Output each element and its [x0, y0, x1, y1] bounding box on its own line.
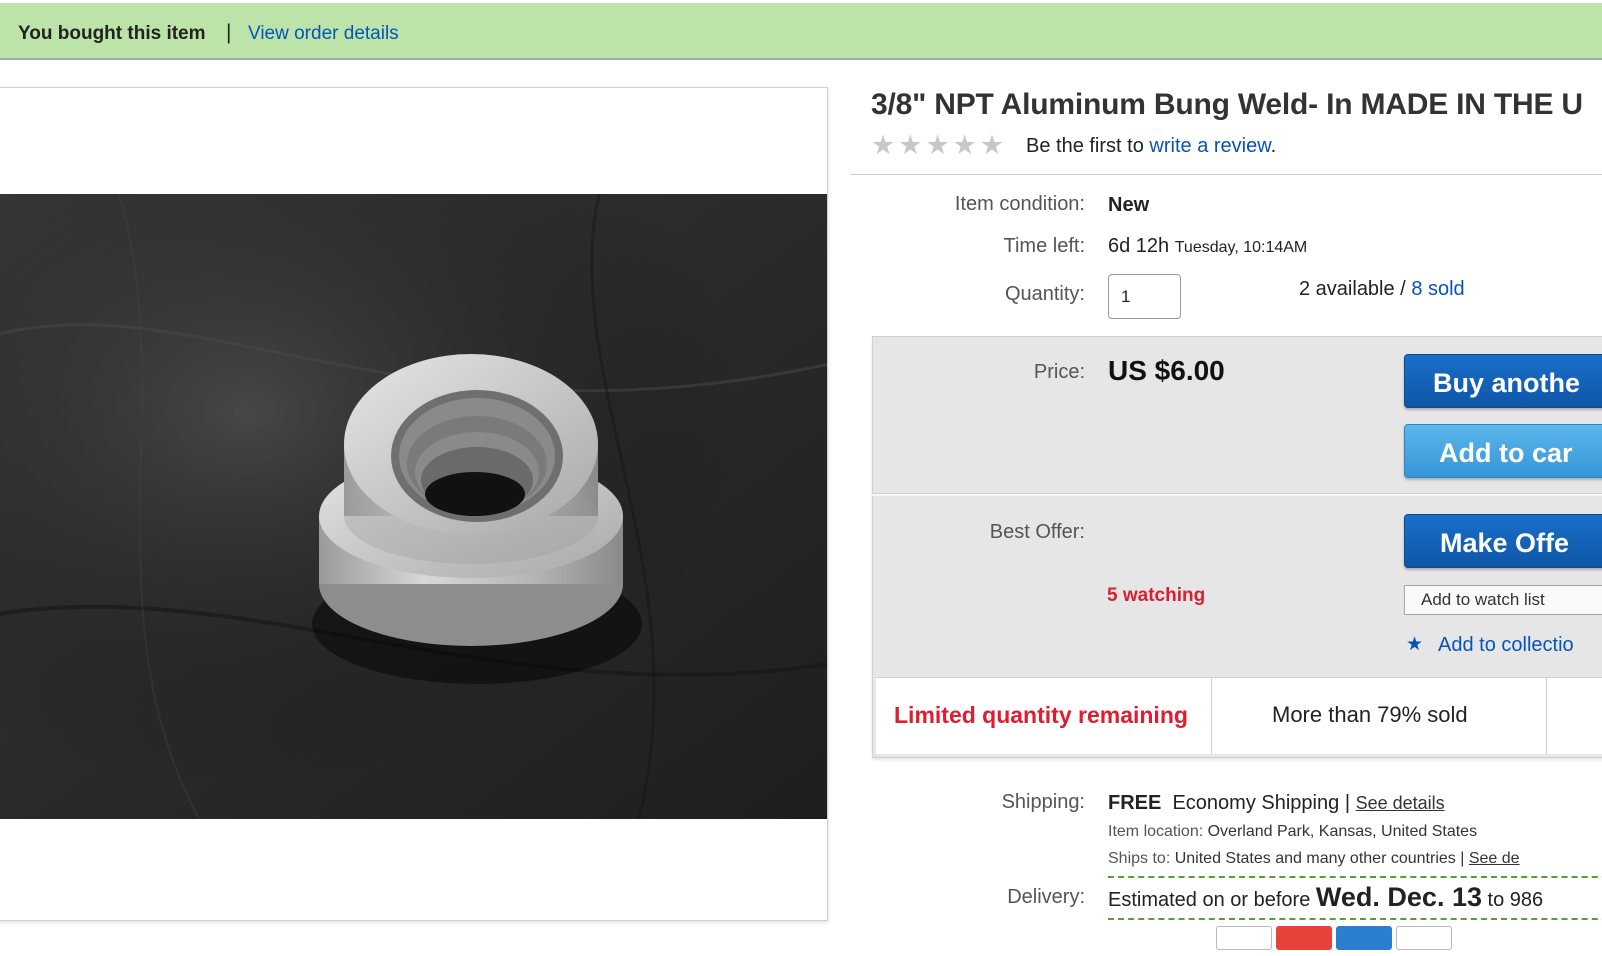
free-shipping: FREE: [1108, 792, 1162, 814]
amex-card-icon: [1336, 926, 1392, 950]
see-shipping-details-link[interactable]: See details: [1356, 793, 1445, 813]
make-offer-button[interactable]: Make Offe: [1404, 514, 1602, 568]
review-prompt: Be the first to write a review.: [1026, 135, 1276, 158]
time-left-value: 6d 12h Tuesday, 10:14AM: [1108, 235, 1307, 258]
price-value: US $6.00: [1108, 355, 1225, 386]
mastercard-icon: [1276, 926, 1332, 950]
item-location: Item location: Overland Park, Kansas, Un…: [1108, 823, 1477, 841]
time-left-end: Tuesday, 10:14AM: [1174, 239, 1308, 256]
delivery-divider: [1108, 876, 1602, 878]
time-left-label: Time left:: [1003, 235, 1086, 257]
time-left-duration: 6d 12h: [1108, 235, 1170, 257]
write-review-link[interactable]: write a review: [1149, 135, 1270, 157]
delivery-estimate: Estimated on or before Wed. Dec. 13 to 9…: [1108, 882, 1543, 913]
limited-quantity-notice: Limited quantity remaining: [894, 702, 1188, 728]
add-to-cart-button[interactable]: Add to car: [1404, 424, 1602, 478]
quantity-label: Quantity:: [1004, 283, 1085, 305]
ships-to-label: Ships to:: [1108, 850, 1171, 867]
panel-divider: [872, 493, 1602, 496]
star-icon: ★: [952, 130, 977, 160]
quantity-input[interactable]: 1: [1108, 274, 1181, 319]
add-to-collection-link[interactable]: Add to collectio: [1438, 634, 1574, 657]
price-label: Price:: [1033, 361, 1085, 383]
rating-stars[interactable]: ★ ★ ★ ★ ★: [871, 132, 1004, 159]
sold-percent-notice: More than 79% sold: [1272, 702, 1468, 727]
shipping-label: Shipping:: [1001, 791, 1085, 813]
stat-divider: [1211, 677, 1212, 754]
ships-to: Ships to: United States and many other c…: [1108, 850, 1520, 868]
ships-to-separator: |: [1460, 850, 1465, 867]
best-offer-label: Best Offer:: [989, 521, 1085, 543]
buy-another-button[interactable]: Buy anothe: [1404, 354, 1602, 408]
shipping-value: FREE Economy Shipping | See details: [1108, 792, 1445, 815]
delivery-label: Delivery:: [1007, 886, 1085, 908]
bought-label: You bought this item: [18, 23, 206, 44]
available-count: 2 available /: [1299, 278, 1406, 300]
star-icon: ★: [1406, 634, 1424, 655]
product-photo[interactable]: [0, 194, 827, 819]
payment-icons: [1108, 926, 1456, 950]
item-location-value: Overland Park, Kansas, United States: [1207, 823, 1478, 840]
banner-separator: |: [226, 21, 232, 44]
star-icon: ★: [898, 130, 923, 160]
ships-to-value: United States and many other countries: [1174, 850, 1456, 867]
delivery-suffix: to 986: [1487, 889, 1544, 911]
review-suffix: .: [1270, 135, 1277, 157]
review-prefix: Be the first to: [1026, 135, 1144, 157]
product-title: 3/8" NPT Aluminum Bung Weld- In MADE IN …: [871, 88, 1583, 121]
delivery-divider: [1108, 918, 1602, 920]
view-order-details-link[interactable]: View order details: [248, 23, 399, 45]
product-image-frame: [0, 87, 828, 921]
shipping-separator: |: [1344, 792, 1351, 814]
shipping-method: Economy Shipping: [1172, 792, 1340, 814]
star-icon: ★: [871, 130, 896, 160]
availability: 2 available / 8 sold: [1299, 278, 1465, 301]
condition-label: Item condition:: [954, 193, 1085, 215]
discover-card-icon: [1396, 926, 1452, 950]
visa-card-icon: [1216, 926, 1272, 950]
add-to-watch-list-button[interactable]: Add to watch list: [1404, 585, 1602, 615]
star-icon: ★: [925, 130, 950, 160]
condition-value: New: [1108, 194, 1150, 216]
delivery-date: Wed. Dec. 13: [1315, 882, 1482, 912]
purchase-banner: You bought this item | View order detail…: [0, 3, 1602, 60]
star-icon: ★: [979, 130, 1005, 160]
see-ship-to-details-link[interactable]: See de: [1469, 850, 1520, 867]
title-divider: [850, 174, 1602, 175]
item-location-label: Item location:: [1108, 823, 1204, 840]
watching-count: 5 watching: [1107, 585, 1206, 606]
stat-divider: [1546, 677, 1547, 754]
sold-count-link[interactable]: 8 sold: [1411, 278, 1464, 300]
delivery-prefix: Estimated on or before: [1108, 889, 1311, 911]
